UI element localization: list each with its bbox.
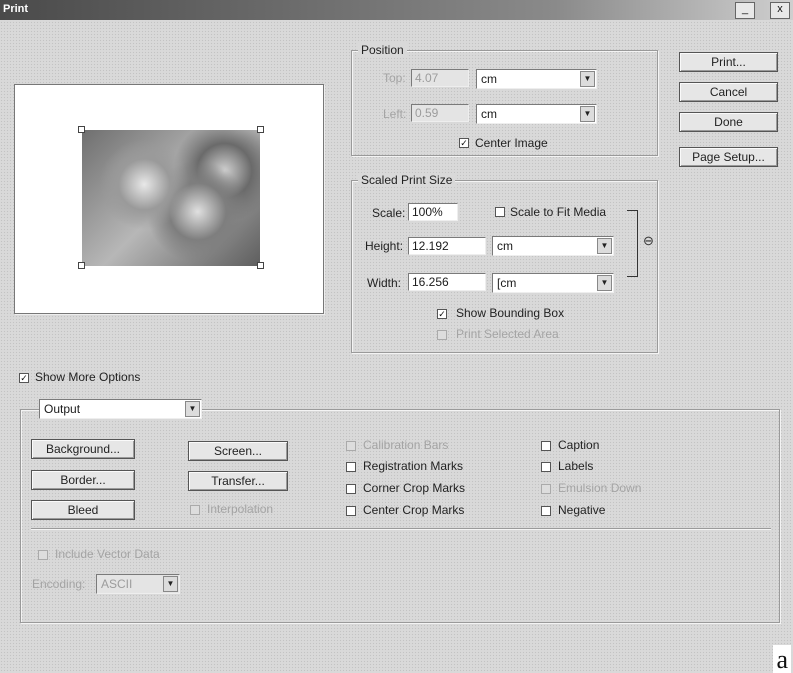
link-icon[interactable]: ⊖ bbox=[643, 233, 654, 249]
proportion-link-bracket bbox=[627, 210, 638, 277]
chevron-down-icon: ▼ bbox=[163, 576, 178, 592]
registration-marks-checkbox[interactable] bbox=[346, 462, 356, 472]
chevron-down-icon: ▼ bbox=[597, 238, 612, 254]
caption-label[interactable]: Caption bbox=[558, 438, 599, 452]
minimize-button[interactable]: _ bbox=[735, 2, 755, 19]
figure-letter: a bbox=[773, 645, 791, 673]
bbox-handle-br[interactable] bbox=[257, 262, 264, 269]
left-unit-value: cm bbox=[481, 107, 497, 121]
labels-checkbox[interactable] bbox=[541, 462, 551, 472]
cancel-button[interactable]: Cancel bbox=[679, 82, 778, 102]
print-selected-checkbox[interactable] bbox=[437, 330, 447, 340]
left-unit-select[interactable]: cm ▼ bbox=[476, 104, 597, 124]
print-dialog: Print _ x Position Top: 4.07 cm ▼ Left: … bbox=[0, 0, 793, 673]
width-input[interactable]: 16.256 bbox=[408, 273, 486, 291]
registration-marks-label[interactable]: Registration Marks bbox=[363, 459, 463, 473]
chevron-down-icon: ▼ bbox=[185, 401, 200, 417]
top-unit-select[interactable]: cm ▼ bbox=[476, 69, 597, 89]
height-input[interactable]: 12.192 bbox=[408, 237, 486, 255]
center-crop-marks-label[interactable]: Center Crop Marks bbox=[363, 503, 464, 517]
page-setup-button[interactable]: Page Setup... bbox=[679, 147, 778, 167]
top-input[interactable]: 4.07 bbox=[411, 69, 469, 87]
chevron-down-icon: ▼ bbox=[580, 106, 595, 122]
show-bbox-checkbox[interactable]: ✓ bbox=[437, 309, 447, 319]
show-more-options-label[interactable]: Show More Options bbox=[35, 370, 140, 384]
caption-checkbox[interactable] bbox=[541, 441, 551, 451]
width-unit-value: [cm bbox=[497, 276, 517, 290]
include-vector-data-label[interactable]: Include Vector Data bbox=[55, 547, 160, 561]
done-button[interactable]: Done bbox=[679, 112, 778, 132]
bbox-handle-tl[interactable] bbox=[78, 126, 85, 133]
scale-to-fit-label[interactable]: Scale to Fit Media bbox=[510, 205, 606, 219]
bbox-handle-bl[interactable] bbox=[78, 262, 85, 269]
section-divider bbox=[31, 528, 771, 530]
height-unit-select[interactable]: cm ▼ bbox=[492, 236, 614, 256]
options-type-value: Output bbox=[44, 402, 81, 416]
show-more-options-checkbox[interactable]: ✓ bbox=[19, 373, 29, 383]
encoding-label: Encoding: bbox=[32, 577, 86, 591]
labels-label[interactable]: Labels bbox=[558, 459, 593, 473]
encoding-select[interactable]: ASCII ▼ bbox=[96, 574, 180, 594]
position-legend: Position bbox=[358, 43, 407, 57]
negative-label[interactable]: Negative bbox=[558, 503, 605, 517]
screen-button[interactable]: Screen... bbox=[188, 441, 288, 461]
bbox-handle-tr[interactable] bbox=[257, 126, 264, 133]
scale-input[interactable]: 100% bbox=[408, 203, 458, 221]
chevron-down-icon: ▼ bbox=[597, 275, 612, 291]
chevron-down-icon: ▼ bbox=[580, 71, 595, 87]
center-crop-marks-checkbox[interactable] bbox=[346, 506, 356, 516]
interpolation-label[interactable]: Interpolation bbox=[207, 502, 273, 516]
window-title: Print bbox=[3, 3, 29, 15]
show-bbox-label[interactable]: Show Bounding Box bbox=[456, 306, 564, 320]
top-unit-value: cm bbox=[481, 72, 497, 86]
calibration-bars-label[interactable]: Calibration Bars bbox=[363, 438, 448, 452]
title-bar: Print _ x bbox=[0, 0, 793, 20]
close-button[interactable]: x bbox=[770, 2, 790, 19]
height-unit-value: cm bbox=[497, 239, 513, 253]
width-label: Width: bbox=[367, 276, 402, 290]
center-image-label[interactable]: Center Image bbox=[475, 136, 548, 150]
encoding-value: ASCII bbox=[101, 577, 133, 591]
scale-to-fit-checkbox[interactable] bbox=[495, 207, 505, 217]
transfer-button[interactable]: Transfer... bbox=[188, 471, 288, 491]
options-type-select[interactable]: Output ▼ bbox=[39, 399, 202, 419]
negative-checkbox[interactable] bbox=[541, 506, 551, 516]
scale-label: Scale: bbox=[372, 206, 406, 220]
print-selected-label[interactable]: Print Selected Area bbox=[456, 327, 559, 341]
scaled-legend: Scaled Print Size bbox=[358, 173, 456, 187]
print-button[interactable]: Print... bbox=[679, 52, 778, 72]
center-image-checkbox[interactable]: ✓ bbox=[459, 138, 469, 148]
emulsion-down-checkbox[interactable] bbox=[541, 484, 551, 494]
include-vector-data-checkbox[interactable] bbox=[38, 550, 48, 560]
bleed-button[interactable]: Bleed bbox=[31, 500, 135, 520]
background-button[interactable]: Background... bbox=[31, 439, 135, 459]
width-unit-select[interactable]: [cm ▼ bbox=[492, 273, 614, 293]
left-input[interactable]: 0.59 bbox=[411, 104, 469, 122]
top-label: Top: bbox=[383, 71, 406, 85]
corner-crop-marks-label[interactable]: Corner Crop Marks bbox=[363, 481, 465, 495]
interpolation-checkbox[interactable] bbox=[190, 505, 200, 515]
border-button[interactable]: Border... bbox=[31, 470, 135, 490]
corner-crop-marks-checkbox[interactable] bbox=[346, 484, 356, 494]
print-preview bbox=[14, 84, 324, 314]
calibration-bars-checkbox[interactable] bbox=[346, 441, 356, 451]
height-label: Height: bbox=[365, 239, 404, 253]
emulsion-down-label[interactable]: Emulsion Down bbox=[558, 481, 641, 495]
preview-image bbox=[82, 130, 260, 266]
left-label: Left: bbox=[383, 107, 407, 121]
